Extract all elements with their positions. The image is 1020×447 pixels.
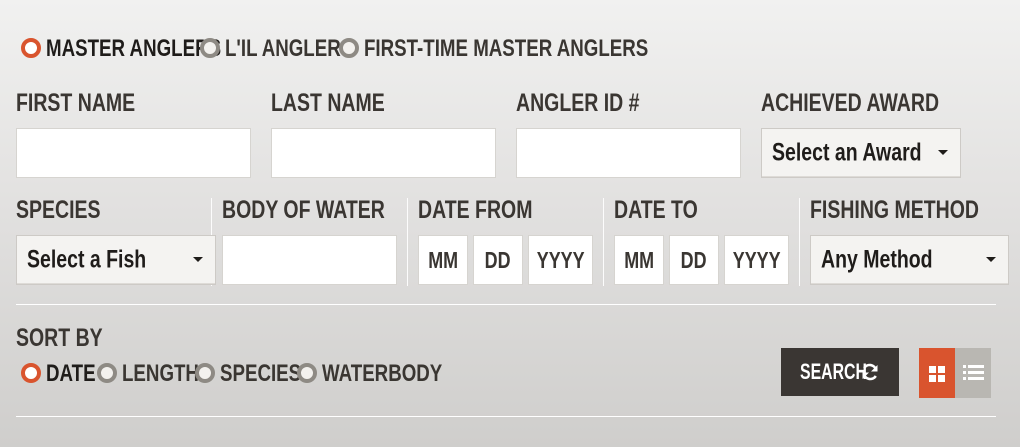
achieved-award-select[interactable]: Select an Award — [761, 128, 961, 178]
date-from-year-input[interactable]: YYYY — [528, 235, 593, 285]
radio-master-anglers[interactable] — [21, 38, 41, 58]
column-divider — [603, 198, 604, 286]
first-name-input[interactable] — [16, 128, 251, 178]
radio-lil-anglers[interactable] — [200, 38, 220, 58]
angler-id-label: ANGLER ID # — [516, 89, 640, 117]
species-select[interactable]: Select a Fish — [16, 235, 216, 285]
last-name-input[interactable] — [271, 128, 496, 178]
sort-radio-waterbody-label[interactable]: WATERBODY — [322, 362, 476, 386]
achieved-award-label: ACHIEVED AWARD — [761, 89, 940, 117]
body-of-water-input[interactable] — [222, 235, 397, 285]
sort-radio-date[interactable] — [21, 363, 41, 383]
chevron-down-icon — [986, 257, 996, 262]
sort-radio-species[interactable] — [195, 363, 215, 383]
refresh-icon — [862, 363, 878, 381]
species-label: SPECIES — [16, 196, 101, 224]
sort-radio-waterbody[interactable] — [297, 363, 317, 383]
angler-id-input[interactable] — [516, 128, 741, 178]
section-divider — [16, 416, 996, 417]
grid-view-icon — [929, 366, 945, 382]
list-view-icon — [963, 365, 984, 380]
date-to-month-input[interactable]: MM — [614, 235, 664, 285]
sort-radio-length[interactable] — [97, 363, 117, 383]
column-divider — [407, 198, 408, 286]
chevron-down-icon — [938, 150, 948, 155]
fishing-method-value: Any Method — [821, 245, 933, 274]
list-view-button[interactable] — [955, 348, 991, 398]
date-from-day-input[interactable]: DD — [473, 235, 523, 285]
fishing-method-label: FISHING METHOD — [810, 196, 980, 224]
sort-by-label: SORT BY — [16, 324, 103, 352]
date-from-label: DATE FROM — [418, 196, 533, 224]
section-divider — [16, 304, 996, 305]
first-name-label: FIRST NAME — [16, 89, 136, 117]
last-name-label: LAST NAME — [271, 89, 385, 117]
chevron-down-icon — [193, 257, 203, 262]
search-button[interactable]: SEARCH — [781, 348, 899, 396]
date-to-day-input[interactable]: DD — [669, 235, 719, 285]
grid-view-button[interactable] — [919, 348, 955, 398]
body-of-water-label: BODY OF WATER — [222, 196, 385, 224]
achieved-award-value: Select an Award — [772, 138, 922, 167]
species-value: Select a Fish — [27, 245, 147, 274]
radio-first-time-master-anglers-label[interactable]: FIRST-TIME MASTER ANGLERS — [364, 37, 728, 61]
radio-first-time-master-anglers[interactable] — [339, 38, 359, 58]
date-from-month-input[interactable]: MM — [418, 235, 468, 285]
column-divider — [799, 198, 800, 286]
date-to-label: DATE TO — [614, 196, 698, 224]
date-to-year-input[interactable]: YYYY — [724, 235, 789, 285]
fishing-method-select[interactable]: Any Method — [810, 235, 1009, 285]
